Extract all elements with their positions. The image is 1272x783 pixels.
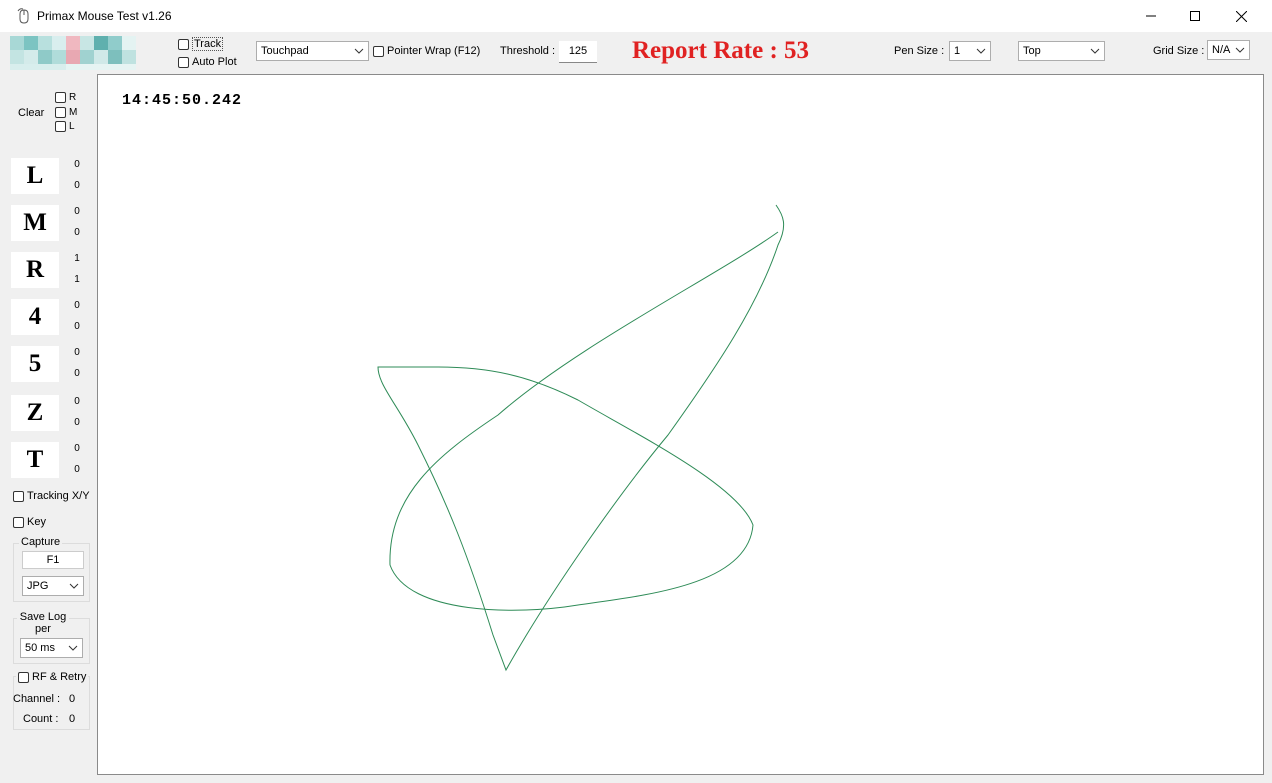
button-5-count: 0 — [74, 347, 80, 358]
title-bar: Primax Mouse Test v1.26 — [0, 0, 1272, 32]
save-log-value: 50 ms — [25, 642, 55, 654]
key-checkbox-box[interactable] — [13, 516, 24, 528]
chevron-down-icon — [1235, 47, 1245, 53]
report-rate: Report Rate : 53 — [632, 37, 810, 64]
minimize-button[interactable] — [1128, 0, 1174, 32]
wheel-z-count: 0 — [74, 396, 80, 407]
left-button-count-2: 0 — [74, 180, 80, 191]
clear-r-checkbox[interactable]: R — [55, 92, 76, 103]
close-icon — [1235, 10, 1247, 22]
channel-label: Channel : — [13, 693, 61, 705]
device-select-value: Touchpad — [261, 45, 309, 57]
chevron-down-icon — [1090, 48, 1100, 54]
auto-plot-label: Auto Plot — [192, 56, 237, 68]
wheel-z-count-2: 0 — [74, 417, 80, 428]
left-button-indicator: L — [11, 158, 59, 194]
clear-label: Clear — [18, 107, 45, 119]
mouse-icon — [17, 8, 29, 24]
capture-group-title: Capture — [19, 536, 63, 548]
pen-size-label: Pen Size : — [894, 45, 945, 57]
button-5-indicator: 5 — [11, 346, 59, 382]
grid-size-value: N/A — [1212, 44, 1231, 56]
clear-r-checkbox-box[interactable] — [55, 92, 66, 103]
pen-size-select[interactable]: 1 — [949, 41, 991, 61]
right-button-count: 1 — [74, 253, 80, 264]
auto-plot-checkbox-box[interactable] — [178, 56, 189, 68]
clear-l-checkbox[interactable]: L — [55, 121, 75, 132]
button-4-count: 0 — [74, 300, 80, 311]
pen-size-value: 1 — [954, 45, 961, 57]
clear-r-label: R — [69, 92, 77, 103]
left-button-count: 0 — [74, 159, 80, 170]
save-log-select[interactable]: 50 ms — [20, 638, 83, 658]
grid-size-label: Grid Size : — [1153, 45, 1205, 57]
clear-m-checkbox[interactable]: M — [55, 107, 77, 118]
clear-l-checkbox-box[interactable] — [55, 121, 66, 132]
button-4-indicator: 4 — [11, 299, 59, 335]
tilt-t-indicator: T — [11, 442, 59, 478]
track-checkbox-box[interactable] — [178, 38, 189, 50]
mouse-trace-plot — [377, 204, 785, 672]
position-select[interactable]: Top — [1018, 41, 1105, 61]
right-button-count-2: 1 — [74, 274, 80, 285]
tracking-xy-checkbox[interactable]: Tracking X/Y — [13, 490, 90, 502]
track-checkbox[interactable]: Track — [178, 37, 224, 51]
wheel-z-indicator: Z — [11, 395, 59, 431]
middle-button-count: 0 — [74, 206, 80, 217]
close-button[interactable] — [1218, 0, 1264, 32]
rf-retry-label: RF & Retry — [32, 671, 87, 683]
capture-format-value: JPG — [27, 580, 49, 592]
mouse-trace-path — [377, 204, 785, 672]
clear-m-checkbox-box[interactable] — [55, 107, 66, 118]
key-checkbox[interactable]: Key — [13, 516, 46, 528]
clear-l-label: L — [69, 121, 75, 132]
track-label: Track — [192, 37, 224, 51]
rf-retry-checkbox-box[interactable] — [18, 671, 29, 683]
count-label: Count : — [23, 713, 59, 725]
minimize-icon — [1146, 15, 1156, 17]
clear-m-label: M — [69, 107, 78, 118]
device-select[interactable]: Touchpad — [256, 41, 369, 61]
rf-retry-checkbox[interactable]: RF & Retry — [16, 671, 89, 683]
tilt-t-count: 0 — [74, 443, 80, 454]
drawing-canvas[interactable]: 14:45:50.242 — [97, 74, 1264, 775]
right-button-indicator: R — [11, 252, 59, 288]
count-value: 0 — [69, 713, 76, 725]
chevron-down-icon — [354, 48, 364, 54]
capture-format-select[interactable]: JPG — [22, 576, 84, 596]
channel-value: 0 — [69, 693, 76, 705]
threshold-label: Threshold : — [500, 45, 556, 57]
grid-size-select[interactable]: N/A — [1207, 40, 1250, 60]
maximize-icon — [1190, 11, 1200, 21]
chevron-down-icon — [68, 645, 78, 651]
middle-button-count-2: 0 — [74, 227, 80, 238]
button-4-count-2: 0 — [74, 321, 80, 332]
capture-key-input[interactable]: F1 — [22, 551, 84, 569]
brand-logo — [10, 36, 136, 70]
threshold-input[interactable]: 125 — [559, 41, 597, 63]
position-value: Top — [1023, 45, 1041, 57]
auto-plot-checkbox[interactable]: Auto Plot — [178, 56, 237, 68]
pointer-wrap-checkbox-box[interactable] — [373, 45, 384, 57]
tracking-xy-label: Tracking X/Y — [27, 490, 90, 502]
pointer-wrap-checkbox[interactable]: Pointer Wrap (F12) — [373, 45, 480, 57]
tracking-xy-checkbox-box[interactable] — [13, 490, 24, 502]
middle-button-indicator: M — [11, 205, 59, 241]
tilt-t-count-2: 0 — [74, 464, 80, 475]
chevron-down-icon — [976, 48, 986, 54]
button-5-count-2: 0 — [74, 368, 80, 379]
window-title: Primax Mouse Test v1.26 — [37, 9, 172, 23]
pointer-wrap-label: Pointer Wrap (F12) — [387, 45, 481, 57]
maximize-button[interactable] — [1172, 0, 1218, 32]
key-label: Key — [27, 516, 46, 528]
chevron-down-icon — [69, 583, 79, 589]
save-log-group-title: Save Log per — [17, 611, 69, 635]
